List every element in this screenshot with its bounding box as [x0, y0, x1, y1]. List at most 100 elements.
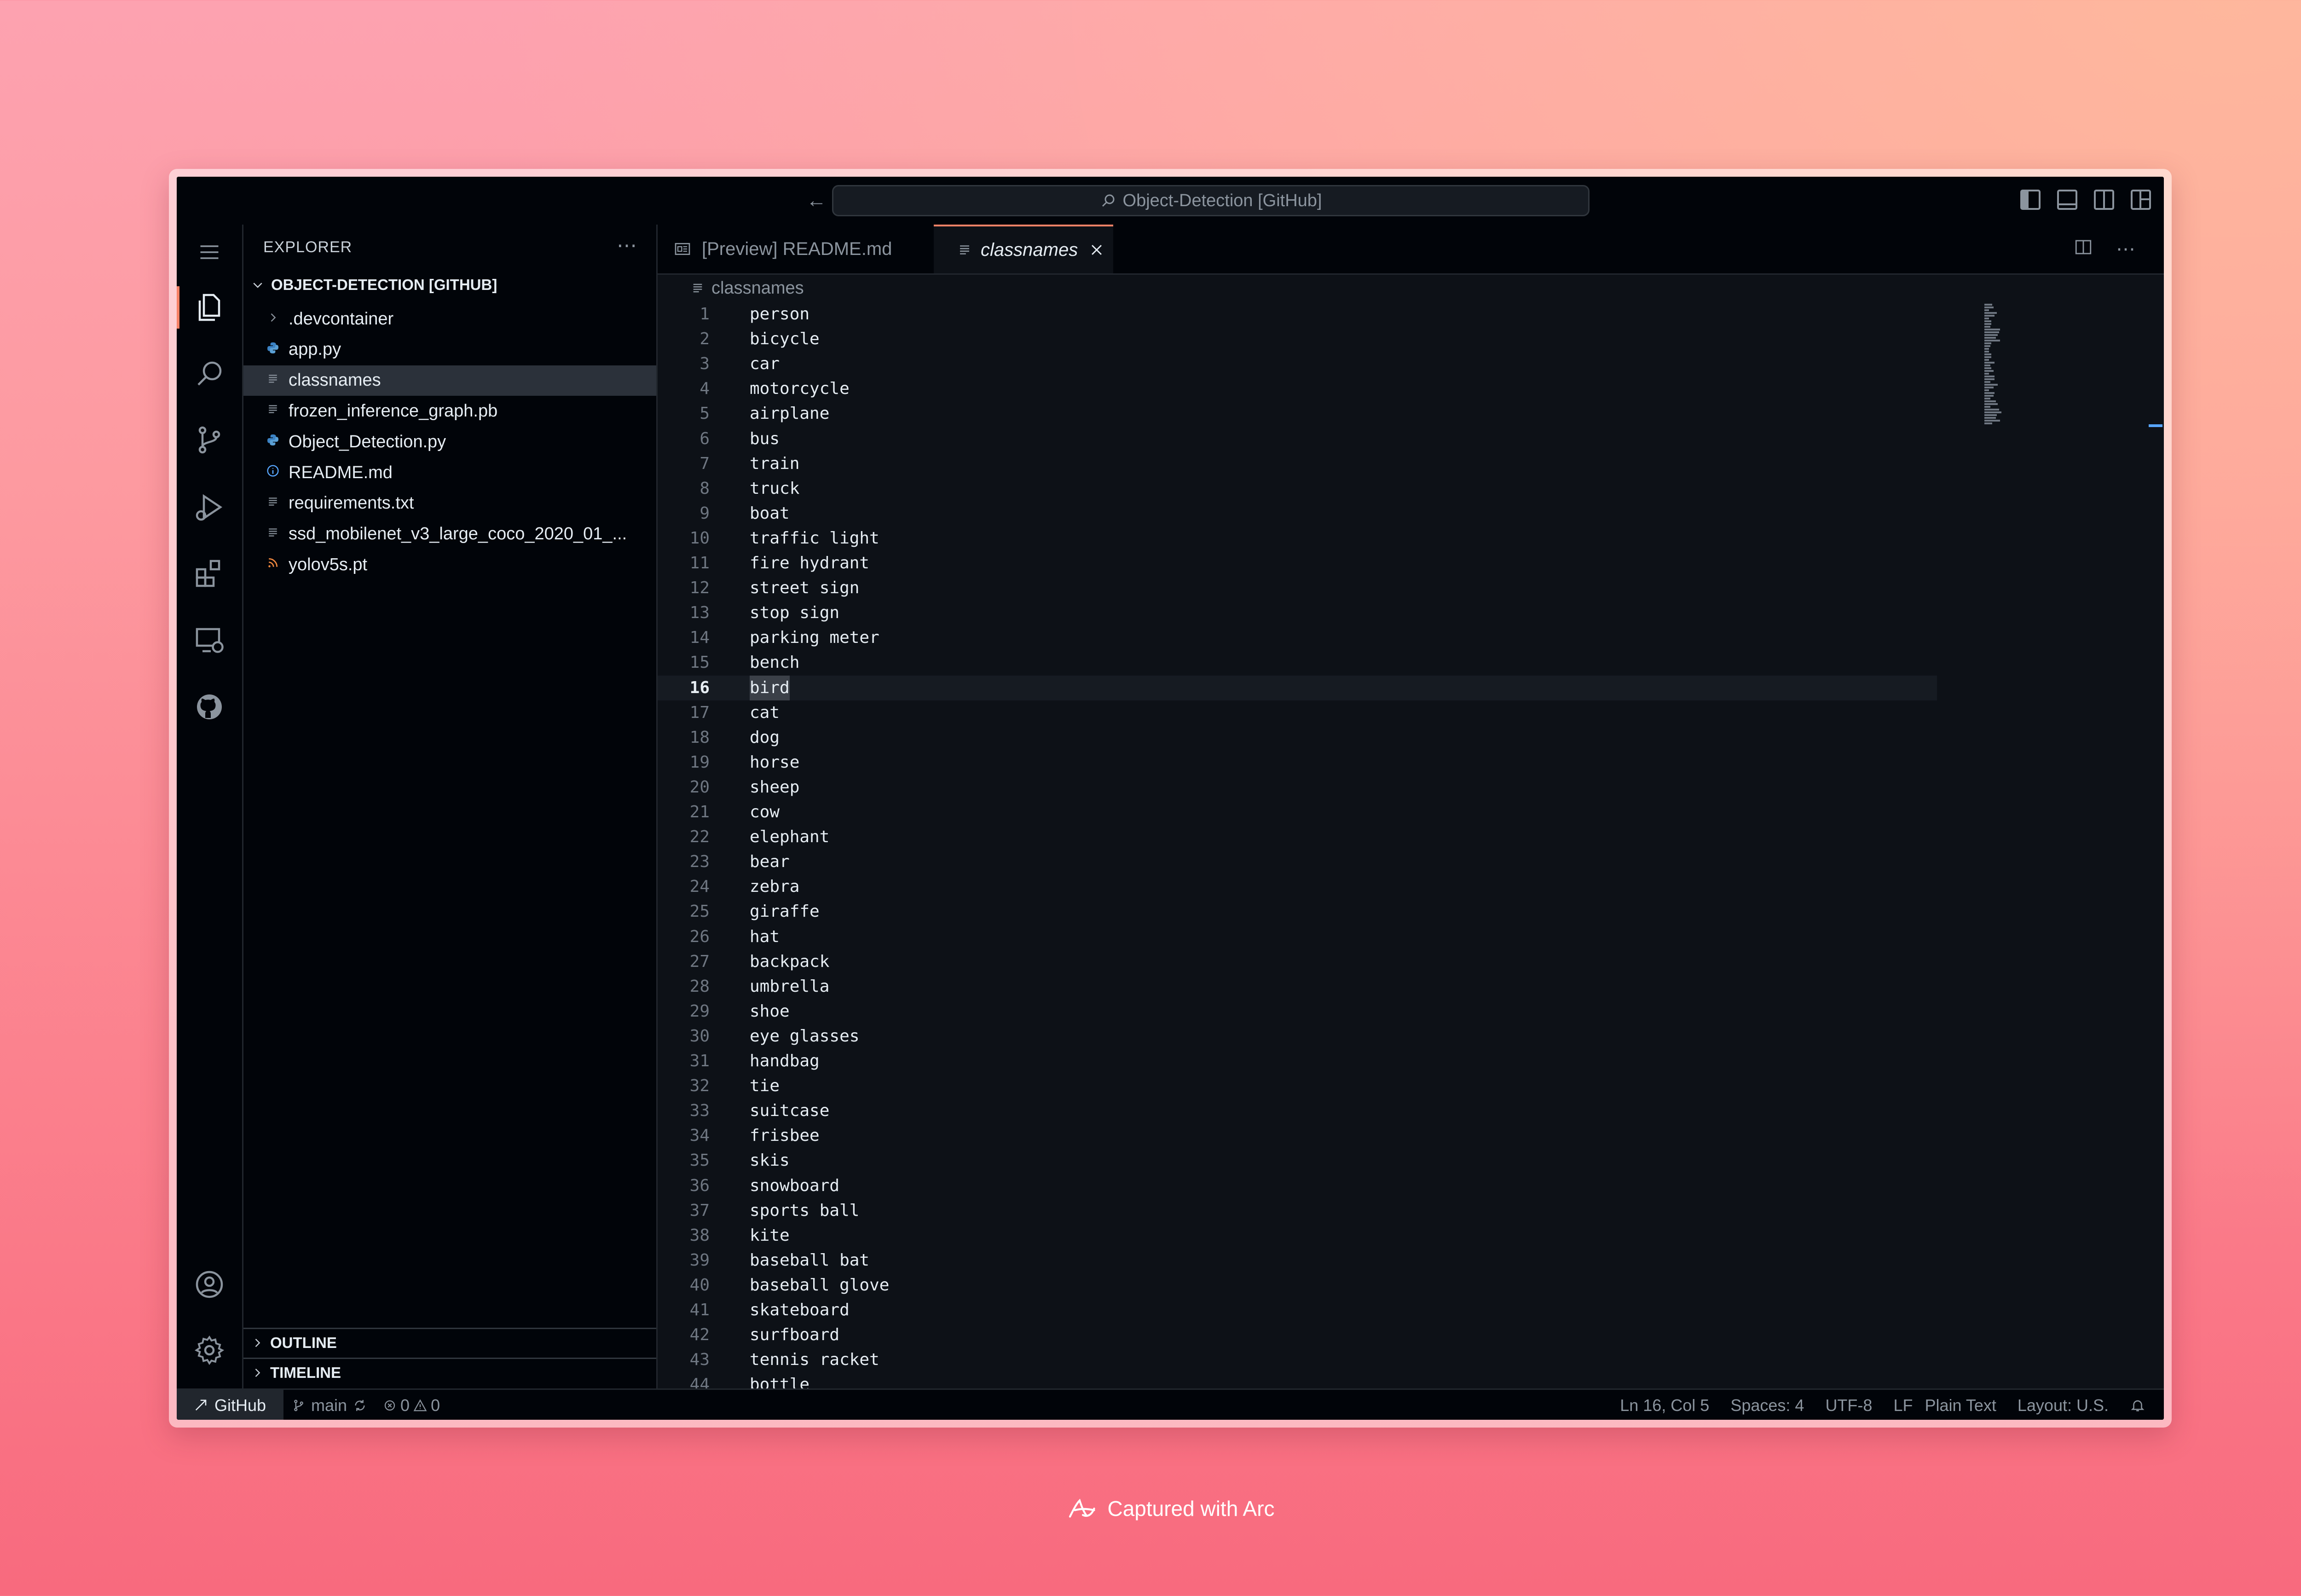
toggle-secondary-sidebar-icon[interactable]	[2094, 190, 2114, 210]
problems-status[interactable]: 0 0	[383, 1396, 440, 1415]
indentation[interactable]: Spaces: 4	[1730, 1396, 1804, 1415]
code-line[interactable]: 14 parking meter	[658, 625, 1937, 650]
code-line[interactable]: 32 tie	[658, 1074, 1937, 1099]
code-line[interactable]: 27 backpack	[658, 949, 1937, 974]
code-line[interactable]: 44 bottle	[658, 1372, 1937, 1388]
line-text: tie	[750, 1076, 780, 1096]
code-line[interactable]: 7 train	[658, 451, 1937, 476]
split-editor-icon[interactable]	[2074, 237, 2093, 257]
minimap-line	[1984, 353, 1991, 355]
code-line[interactable]: 3 car	[658, 352, 1937, 376]
code-line[interactable]: 6 bus	[658, 427, 1937, 451]
code-line[interactable]: 40 baseball glove	[658, 1273, 1937, 1298]
line-number: 9	[700, 503, 710, 523]
code-line[interactable]: 16 bird	[658, 675, 1937, 700]
code-line[interactable]: 33 suitcase	[658, 1099, 1937, 1123]
code-line[interactable]: 26 hat	[658, 925, 1937, 949]
line-number: 21	[689, 803, 710, 821]
code-line[interactable]: 34 frisbee	[658, 1123, 1937, 1148]
remote-explorer-icon[interactable]	[177, 613, 242, 668]
code-line[interactable]: 42 surfboard	[658, 1323, 1937, 1347]
file-tree-item[interactable]: app.py	[243, 335, 656, 365]
menu-icon[interactable]	[177, 225, 242, 280]
outline-section[interactable]: OUTLINE	[243, 1328, 656, 1356]
toggle-panel-icon[interactable]	[2057, 190, 2077, 210]
code-editor[interactable]: 1 person 2 bicycle 3 car 4 motorcycle 5 airplane 6…	[658, 302, 2164, 1388]
code-line[interactable]: 17 cat	[658, 700, 1937, 725]
code-line[interactable]: 31 handbag	[658, 1049, 1937, 1074]
keyboard-layout[interactable]: Layout: U.S.	[2018, 1396, 2109, 1415]
code-line[interactable]: 15 bench	[658, 650, 1937, 675]
code-line[interactable]: 4 motorcycle	[658, 376, 1937, 401]
minimap[interactable]	[1984, 304, 2003, 561]
code-line[interactable]: 13 stop sign	[658, 601, 1937, 625]
code-line[interactable]: 11 fire hydrant	[658, 551, 1937, 576]
end-of-line[interactable]: LF	[1893, 1396, 1913, 1415]
code-line[interactable]: 10 traffic light	[658, 526, 1937, 551]
code-line[interactable]: 30 eye glasses	[658, 1024, 1937, 1049]
code-line[interactable]: 9 boat	[658, 501, 1937, 526]
extensions-icon[interactable]	[177, 546, 242, 601]
line-number: 30	[689, 1026, 710, 1046]
remote-icon	[195, 1399, 207, 1411]
code-line[interactable]: 36 snowboard	[658, 1174, 1937, 1198]
more-actions-icon[interactable]: ⋯	[2116, 237, 2135, 260]
bell-icon[interactable]	[2130, 1398, 2145, 1413]
tab-readme-preview[interactable]: [Preview] README.md	[658, 225, 934, 273]
file-tree-item[interactable]: .devcontainer	[243, 304, 656, 334]
back-arrow-icon[interactable]: ←	[806, 189, 827, 213]
more-actions-icon[interactable]: ⋯	[617, 234, 637, 257]
github-icon[interactable]	[177, 679, 242, 734]
code-line[interactable]: 39 baseball bat	[658, 1248, 1937, 1273]
code-line[interactable]: 8 truck	[658, 476, 1937, 501]
code-line[interactable]: 25 giraffe	[658, 899, 1937, 924]
file-tree-item[interactable]: classnames	[243, 365, 656, 396]
code-line[interactable]: 20 sheep	[658, 775, 1937, 800]
source-control-icon[interactable]	[177, 412, 242, 468]
sync-icon[interactable]	[353, 1398, 367, 1413]
capture-caption: Captured with Arc	[0, 1496, 2301, 1521]
code-line[interactable]: 12 street sign	[658, 576, 1937, 601]
file-tree-item[interactable]: README.md	[243, 457, 656, 488]
code-line[interactable]: 38 kite	[658, 1223, 1937, 1248]
code-line[interactable]: 2 bicycle	[658, 327, 1937, 352]
toggle-primary-sidebar-icon[interactable]	[2020, 190, 2041, 210]
customize-layout-icon[interactable]	[2131, 190, 2151, 210]
search-icon[interactable]	[177, 346, 242, 401]
command-center[interactable]: Object-Detection [GitHub]	[832, 185, 1590, 216]
settings-gear-icon[interactable]	[177, 1323, 242, 1378]
run-debug-icon[interactable]	[177, 480, 242, 535]
code-line[interactable]: 24 zebra	[658, 874, 1937, 899]
workspace-root-folder[interactable]: OBJECT-DETECTION [GITHUB]	[251, 276, 497, 294]
breadcrumb[interactable]: classnames	[690, 273, 804, 303]
close-icon[interactable]	[1089, 242, 1104, 258]
code-line[interactable]: 21 cow	[658, 800, 1937, 825]
code-line[interactable]: 41 skateboard	[658, 1298, 1937, 1323]
line-text: zebra	[750, 877, 800, 896]
code-line[interactable]: 35 skis	[658, 1148, 1937, 1173]
code-line[interactable]: 29 shoe	[658, 999, 1937, 1024]
code-line[interactable]: 19 horse	[658, 750, 1937, 775]
code-line[interactable]: 23 bear	[658, 850, 1937, 874]
file-tree-item[interactable]: ssd_mobilenet_v3_large_coco_2020_01_...	[243, 519, 656, 549]
code-line[interactable]: 28 umbrella	[658, 974, 1937, 999]
code-line[interactable]: 5 airplane	[658, 401, 1937, 426]
branch-status[interactable]: main	[292, 1396, 367, 1415]
encoding[interactable]: UTF-8	[1825, 1396, 1872, 1415]
code-line[interactable]: 37 sports ball	[658, 1198, 1937, 1223]
file-tree-item[interactable]: requirements.txt	[243, 488, 656, 519]
explorer-icon[interactable]	[177, 280, 242, 335]
file-tree-item[interactable]: yolov5s.pt	[243, 549, 656, 580]
timeline-section[interactable]: TIMELINE	[243, 1358, 656, 1386]
file-tree-item[interactable]: Object_Detection.py	[243, 427, 656, 457]
account-icon[interactable]	[177, 1257, 242, 1312]
language-mode[interactable]: Plain Text	[1925, 1396, 1996, 1415]
tab-classnames[interactable]: classnames	[934, 225, 1113, 273]
remote-indicator[interactable]: GitHub	[177, 1390, 283, 1420]
code-line[interactable]: 43 tennis racket	[658, 1347, 1937, 1372]
code-line[interactable]: 1 person	[658, 302, 1937, 327]
file-tree-item[interactable]: frozen_inference_graph.pb	[243, 396, 656, 426]
code-line[interactable]: 22 elephant	[658, 825, 1937, 850]
cursor-position[interactable]: Ln 16, Col 5	[1620, 1396, 1709, 1415]
code-line[interactable]: 18 dog	[658, 725, 1937, 750]
